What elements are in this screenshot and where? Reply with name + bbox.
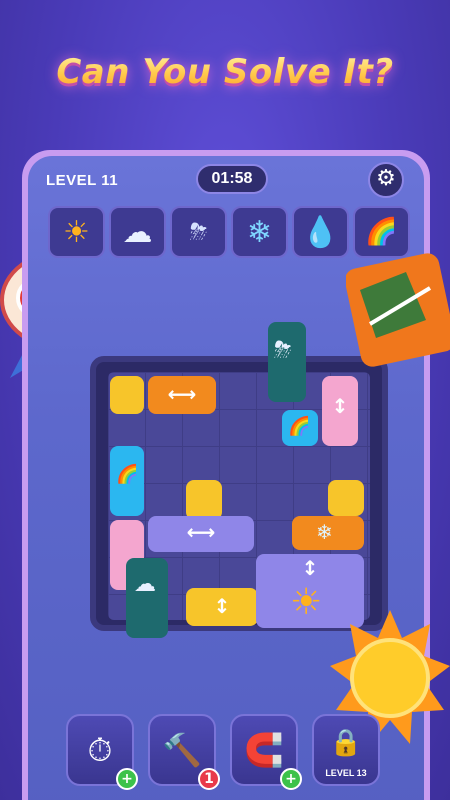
- puzzle-board: ⟷ ⛈ 🌈 ↕ 🌈 ⟷ ❄ ☁ ↕ ↕ ☀: [90, 322, 388, 638]
- count-badge: 1: [198, 768, 220, 790]
- rainbow-icon: 🌈: [116, 464, 139, 485]
- floating-tile-decoration: [346, 253, 450, 367]
- weather-slot-sun: ☀: [48, 206, 105, 258]
- thunder-cloud-icon: ⛈: [189, 219, 208, 245]
- water-drop-icon: 💧: [301, 214, 340, 250]
- block-teal-bottom[interactable]: ☁: [126, 558, 168, 638]
- settings-button[interactable]: ⚙: [368, 162, 404, 198]
- block-blue-tall-rainbow[interactable]: 🌈: [110, 446, 144, 516]
- add-badge: +: [280, 768, 302, 790]
- thunder-cloud-icon: ⛈: [274, 338, 292, 363]
- block-yellow-center[interactable]: [186, 480, 222, 520]
- rainbow-icon: 🌈: [288, 416, 311, 437]
- cloud-icon: ☁: [122, 214, 153, 250]
- magnet-button[interactable]: 🧲 +: [230, 714, 302, 790]
- horizontal-arrow-icon: ⟷: [186, 520, 216, 544]
- vertical-arrow-icon: ↕: [301, 556, 319, 580]
- weather-slot-snow: ❄: [231, 206, 288, 258]
- powerup-bar: ⏱ + 🔨 1 🧲 + 🔒 LEVEL 13: [66, 714, 380, 790]
- vertical-arrow-icon: ↕: [213, 594, 231, 618]
- block-yellow-bottom[interactable]: ↕: [186, 588, 258, 626]
- gear-icon: ⚙: [376, 166, 396, 191]
- magnet-icon: 🧲: [244, 731, 284, 769]
- level-label: LEVEL 11: [46, 172, 119, 189]
- sun-icon: ☀: [290, 582, 323, 623]
- add-badge: +: [116, 768, 138, 790]
- stopwatch-icon: ⏱: [87, 730, 113, 769]
- freeze-timer-button[interactable]: ⏱ +: [66, 714, 138, 790]
- block-pink-vertical[interactable]: ↕: [322, 376, 358, 446]
- snowflake-icon: ❄: [316, 520, 333, 544]
- vertical-arrow-icon: ↕: [331, 394, 349, 418]
- timer: 01:58: [196, 164, 268, 194]
- hammer-button[interactable]: 🔨 1: [148, 714, 220, 790]
- block-purple-wide[interactable]: ⟷: [148, 516, 254, 552]
- snowflake-icon: ❄: [246, 214, 273, 250]
- locked-powerup-button[interactable]: 🔒 LEVEL 13: [312, 714, 380, 786]
- lock-icon: 🔒: [329, 728, 363, 758]
- weather-slot-cloud: ☁: [109, 206, 166, 258]
- block-yellow-small[interactable]: [110, 376, 144, 414]
- block-orange-snow-right[interactable]: ❄: [292, 516, 364, 550]
- unlock-level-label: LEVEL 13: [325, 768, 367, 778]
- weather-slot-thunder: ⛈: [170, 206, 227, 258]
- weather-slot-water: 💧: [292, 206, 349, 258]
- cloud-icon: ☁: [134, 572, 156, 597]
- sun-icon: ☀: [63, 214, 90, 250]
- block-teal-tall[interactable]: ⛈: [268, 322, 306, 402]
- block-orange-snow[interactable]: ⟷: [148, 376, 216, 414]
- horizontal-arrow-icon: ⟷: [167, 382, 197, 406]
- rainbow-icon: 🌈: [365, 217, 398, 247]
- hammer-icon: 🔨: [162, 731, 202, 769]
- headline: Can You Solve It?: [0, 52, 450, 92]
- block-yellow-corner[interactable]: [328, 480, 364, 516]
- block-blue-rainbow[interactable]: 🌈: [282, 410, 318, 446]
